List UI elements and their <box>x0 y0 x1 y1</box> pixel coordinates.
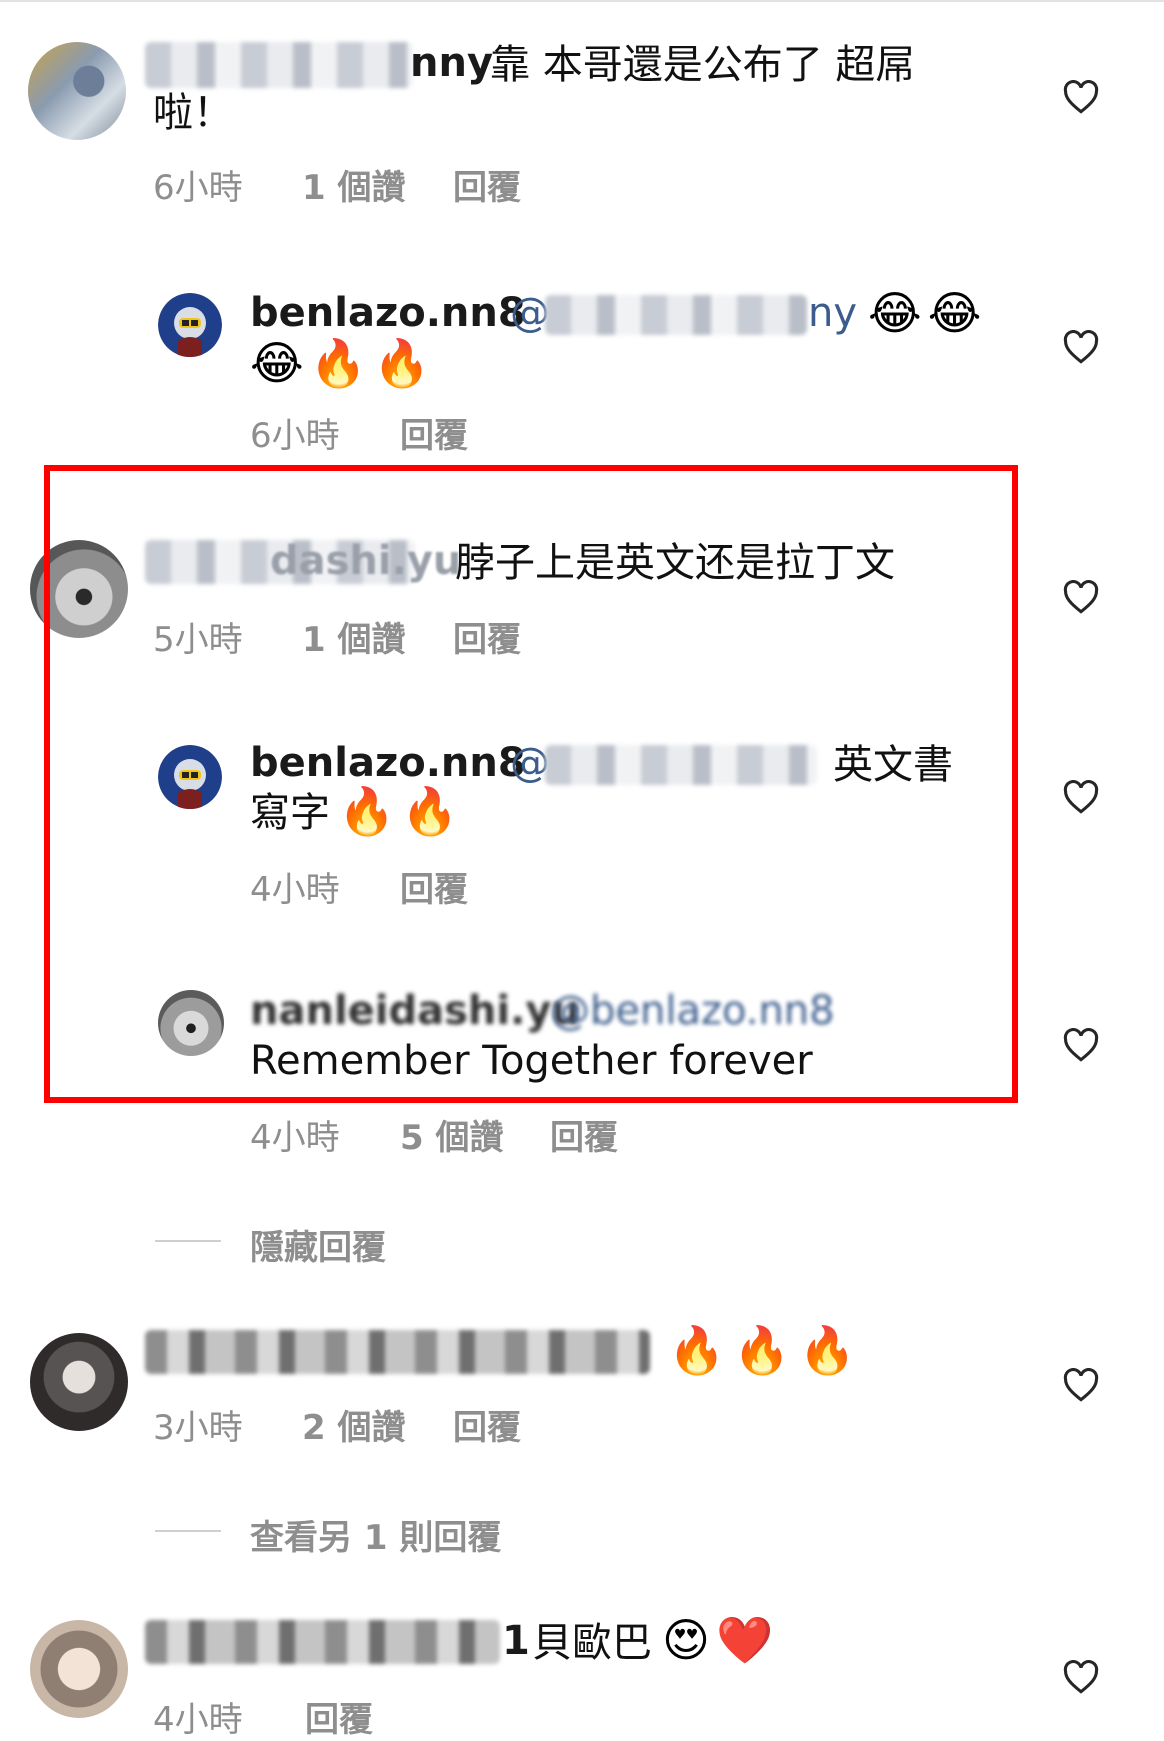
avatar[interactable] <box>30 1333 128 1431</box>
comment-likes[interactable]: 5 個讚 <box>400 1110 504 1159</box>
reply-button[interactable]: 回覆 <box>550 1110 618 1159</box>
blurred-mention <box>545 295 807 335</box>
heart-icon[interactable] <box>1062 80 1100 114</box>
emoji-heart-eyes: 😍❤️ <box>662 1613 780 1667</box>
comment-time: 6小時 <box>250 416 340 456</box>
blurred-username <box>145 1620 500 1664</box>
reply-button[interactable]: 回覆 <box>453 160 521 209</box>
blurred-username <box>145 1330 650 1374</box>
avatar[interactable] <box>158 745 222 809</box>
view-more-replies-button[interactable]: 查看另 1 則回覆 <box>250 1510 501 1559</box>
comment-username[interactable]: nny <box>410 40 493 86</box>
blurred-mention <box>545 745 817 785</box>
heart-icon[interactable] <box>1062 1368 1100 1402</box>
comment-username[interactable]: dashi.yu <box>270 538 461 584</box>
view-replies-rule <box>155 1530 221 1532</box>
reply-button[interactable]: 回覆 <box>400 408 468 457</box>
hide-replies-rule <box>155 1240 221 1242</box>
reply-username[interactable]: benlazo.nn8 <box>250 290 526 336</box>
comment-time: 3小時 <box>153 1408 243 1448</box>
reply-button[interactable]: 回覆 <box>453 612 521 661</box>
comment-time: 4小時 <box>250 870 340 910</box>
mention-tail[interactable]: ny <box>808 290 857 336</box>
heart-icon[interactable] <box>1062 580 1100 614</box>
avatar[interactable] <box>30 1620 128 1718</box>
comment-username[interactable]: 1 <box>502 1618 530 1664</box>
reply-text: 英文書 <box>833 742 953 788</box>
avatar[interactable] <box>30 540 128 638</box>
emoji-line: 😂🔥🔥 <box>250 336 437 390</box>
comment-text: 靠 本哥還是公布了 超屌 <box>490 42 916 88</box>
heart-icon[interactable] <box>1062 1028 1100 1062</box>
hide-replies-button[interactable]: 隱藏回覆 <box>250 1220 386 1269</box>
reply-username[interactable]: nanleidashi.yu <box>250 988 580 1034</box>
comment-time: 5小時 <box>153 620 243 660</box>
reply-button[interactable]: 回覆 <box>305 1692 373 1741</box>
reply-text: Remember Together forever <box>250 1038 813 1084</box>
heart-icon[interactable] <box>1062 330 1100 364</box>
reply-username[interactable]: benlazo.nn8 <box>250 740 526 786</box>
heart-icon[interactable] <box>1062 780 1100 814</box>
emoji-laughing: 😂😂 <box>868 286 988 340</box>
reply-text-continued: 寫字 <box>250 790 330 836</box>
comment-time: 4小時 <box>250 1118 340 1158</box>
emoji-fire: 🔥🔥 <box>338 784 465 838</box>
blurred-username <box>145 42 413 88</box>
mention[interactable]: @benlazo.nn8 <box>550 988 835 1034</box>
reply-button[interactable]: 回覆 <box>453 1400 521 1449</box>
emoji-fire: 🔥🔥🔥 <box>668 1323 864 1377</box>
comment-text: 脖子上是英文还是拉丁文 <box>455 540 895 586</box>
comment-text-continued: 啦！ <box>153 90 233 136</box>
comment-likes[interactable]: 1 個讚 <box>302 612 406 661</box>
heart-icon[interactable] <box>1062 1660 1100 1694</box>
comment-likes[interactable]: 2 個讚 <box>302 1400 406 1449</box>
top-divider <box>0 0 1164 2</box>
comment-time: 6小時 <box>153 168 243 208</box>
avatar[interactable] <box>158 293 222 357</box>
comment-time: 4小時 <box>153 1700 243 1740</box>
comment-text: 貝歐巴 <box>532 1620 652 1666</box>
comment-likes[interactable]: 1 個讚 <box>302 160 406 209</box>
avatar[interactable] <box>158 990 224 1056</box>
reply-button[interactable]: 回覆 <box>400 862 468 911</box>
avatar[interactable] <box>28 42 126 140</box>
mention-prefix[interactable]: @ <box>510 290 550 336</box>
mention-prefix[interactable]: @ <box>510 740 550 786</box>
